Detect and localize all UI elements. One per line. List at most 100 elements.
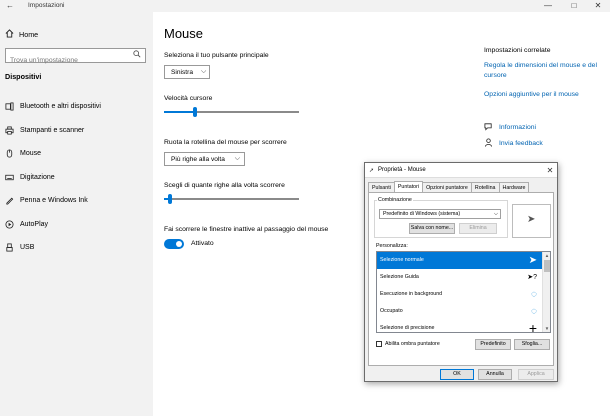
- info-link[interactable]: Informazioni: [484, 122, 536, 133]
- busy-cursor-icon: ◌: [531, 306, 537, 317]
- maximize-button[interactable]: □: [562, 0, 586, 12]
- inactive-scroll-label: Fai scorrere le finestre inattive al pas…: [164, 226, 329, 233]
- search-box[interactable]: [5, 48, 146, 67]
- scheme-value: Predefinito di Windows (sistema): [383, 211, 461, 217]
- scroll-up-icon[interactable]: ▲: [543, 252, 550, 259]
- autoplay-icon: [5, 220, 20, 229]
- nav-section-title: Dispositivi: [5, 72, 42, 81]
- help-select-cursor-icon: ➤?: [527, 274, 537, 281]
- sidebar-item-label: AutoPlay: [20, 220, 49, 228]
- feedback-label: Invia feedback: [499, 140, 543, 147]
- shadow-label: Abilita ombra puntatore: [385, 341, 440, 347]
- close-icon[interactable]: ✕: [543, 166, 557, 175]
- ok-button[interactable]: OK: [440, 369, 474, 380]
- sidebar-item-label: USB: [20, 244, 35, 252]
- sidebar-item-pen[interactable]: Penna e Windows Ink: [5, 189, 151, 213]
- inactive-scroll-toggle[interactable]: [164, 239, 184, 249]
- sidebar-item-bluetooth[interactable]: Bluetooth e altri dispositivi: [5, 95, 151, 119]
- feedback-link[interactable]: Invia feedback: [484, 138, 543, 149]
- lines-slider[interactable]: [164, 194, 299, 204]
- browse-button[interactable]: Sfoglia...: [514, 339, 550, 350]
- list-item[interactable]: Selezione normale ➤: [377, 252, 543, 269]
- search-input[interactable]: [6, 54, 128, 67]
- sidebar-item-label: Stampanti e scanner: [20, 126, 85, 134]
- primary-button-label: Seleziona il tuo pulsante principale: [164, 52, 269, 59]
- dialog-tab-content: Combinazione Predefinito di Windows (sis…: [368, 192, 554, 366]
- link-additional-mouse-options[interactable]: Opzioni aggiuntive per il mouse: [484, 90, 604, 100]
- nav-list: Bluetooth e altri dispositivi Stampanti …: [5, 95, 151, 260]
- cursor-list[interactable]: Selezione normale ➤ Selezione Guida ➤? E…: [376, 251, 551, 333]
- list-item[interactable]: Selezione Guida ➤?: [377, 269, 543, 286]
- wheel-label: Ruota la rotellina del mouse per scorrer…: [164, 139, 287, 146]
- apply-button[interactable]: Applica: [518, 369, 554, 380]
- slider-fill: [164, 111, 193, 113]
- printer-icon: [5, 126, 20, 135]
- slider-thumb[interactable]: [168, 194, 172, 204]
- default-button[interactable]: Predefinito: [475, 339, 511, 350]
- minimize-button[interactable]: —: [536, 0, 560, 12]
- list-item[interactable]: Occupato ◌: [377, 303, 543, 320]
- list-item[interactable]: Selezione di precisione +: [377, 320, 543, 333]
- feedback-icon: [484, 138, 499, 149]
- cursor-preview: ➤: [512, 204, 551, 238]
- list-item[interactable]: Esecuzione in background ◌: [377, 286, 543, 303]
- primary-button-select[interactable]: Sinistra ⌵: [164, 65, 210, 79]
- delete-button[interactable]: Elimina: [459, 223, 497, 234]
- sidebar-item-label: Bluetooth e altri dispositivi: [20, 103, 101, 111]
- customize-label: Personalizza:: [376, 243, 408, 249]
- tab-pointer-options[interactable]: Opzioni puntatore: [422, 182, 472, 192]
- cursor-name: Selezione normale: [380, 257, 424, 263]
- wheel-value: Più righe alla volta: [171, 155, 225, 163]
- dialog-title-bar: ➚ Proprietà - Mouse ✕: [365, 163, 557, 178]
- tab-wheel[interactable]: Rotellina: [470, 182, 500, 192]
- save-as-button[interactable]: Salva con nome...: [409, 223, 455, 234]
- scheme-select[interactable]: Predefinito di Windows (sistema) ⌵: [379, 209, 501, 219]
- cursor-speed-label: Velocità cursore: [164, 95, 213, 102]
- arrow-cursor-icon: ➤: [527, 214, 536, 225]
- chat-icon: [484, 122, 499, 133]
- toggle-knob: [176, 241, 182, 247]
- scroll-down-icon[interactable]: ▼: [543, 325, 550, 332]
- search-icon[interactable]: [133, 50, 141, 60]
- sidebar-item-label: Digitazione: [20, 173, 55, 181]
- sidebar-item-autoplay[interactable]: AutoPlay: [5, 213, 151, 237]
- link-adjust-mouse-size[interactable]: Regola le dimensioni del mouse e del cur…: [484, 61, 604, 81]
- precision-select-cursor-icon: +: [528, 320, 537, 333]
- keyboard-icon: [5, 173, 20, 182]
- chevron-down-icon: ⌵: [493, 211, 498, 217]
- primary-button-value: Sinistra: [171, 68, 193, 76]
- scrollbar-thumb[interactable]: [544, 260, 550, 272]
- dialog-title: Proprietà - Mouse: [378, 167, 426, 173]
- chevron-down-icon: ⌵: [234, 155, 240, 162]
- sidebar-item-typing[interactable]: Digitazione: [5, 166, 151, 190]
- close-button[interactable]: ✕: [586, 0, 610, 12]
- wheel-select[interactable]: Più righe alla volta ⌵: [164, 152, 245, 166]
- background-busy-cursor-icon: ◌: [531, 289, 537, 300]
- mouse-properties-dialog: ➚ Proprietà - Mouse ✕ Pulsanti Puntatori…: [364, 162, 558, 382]
- nav-home[interactable]: Home: [5, 26, 38, 42]
- mouse-icon: [5, 149, 20, 158]
- cancel-button[interactable]: Annulla: [478, 369, 512, 380]
- cursor-list-scrollbar[interactable]: ▲ ▼: [542, 252, 550, 332]
- slider-thumb[interactable]: [193, 107, 197, 117]
- window-title: Impostazioni: [28, 2, 65, 9]
- back-icon[interactable]: ←: [6, 0, 14, 11]
- shadow-checkbox[interactable]: Abilita ombra puntatore: [376, 341, 440, 347]
- cursor-name: Selezione Guida: [380, 274, 419, 280]
- home-icon: [5, 28, 19, 40]
- cursor-name: Esecuzione in background: [380, 291, 443, 297]
- sidebar-item-usb[interactable]: USB: [5, 236, 151, 260]
- bluetooth-icon: [5, 102, 20, 111]
- pen-icon: [5, 196, 20, 205]
- title-bar: ← Impostazioni — □ ✕: [0, 0, 610, 12]
- sidebar-item-label: Penna e Windows Ink: [20, 197, 88, 205]
- tab-hardware[interactable]: Hardware: [498, 182, 530, 192]
- sidebar-item-mouse[interactable]: Mouse: [5, 142, 151, 166]
- checkbox-box[interactable]: [376, 341, 382, 347]
- tab-buttons[interactable]: Pulsanti: [368, 182, 395, 192]
- cursor-speed-slider[interactable]: [164, 107, 299, 117]
- tab-pointers[interactable]: Puntatori: [393, 181, 424, 192]
- sidebar-item-printers[interactable]: Stampanti e scanner: [5, 119, 151, 143]
- sidebar: Home Dispositivi Bluetooth e altri dispo…: [0, 12, 153, 416]
- info-label: Informazioni: [499, 124, 537, 131]
